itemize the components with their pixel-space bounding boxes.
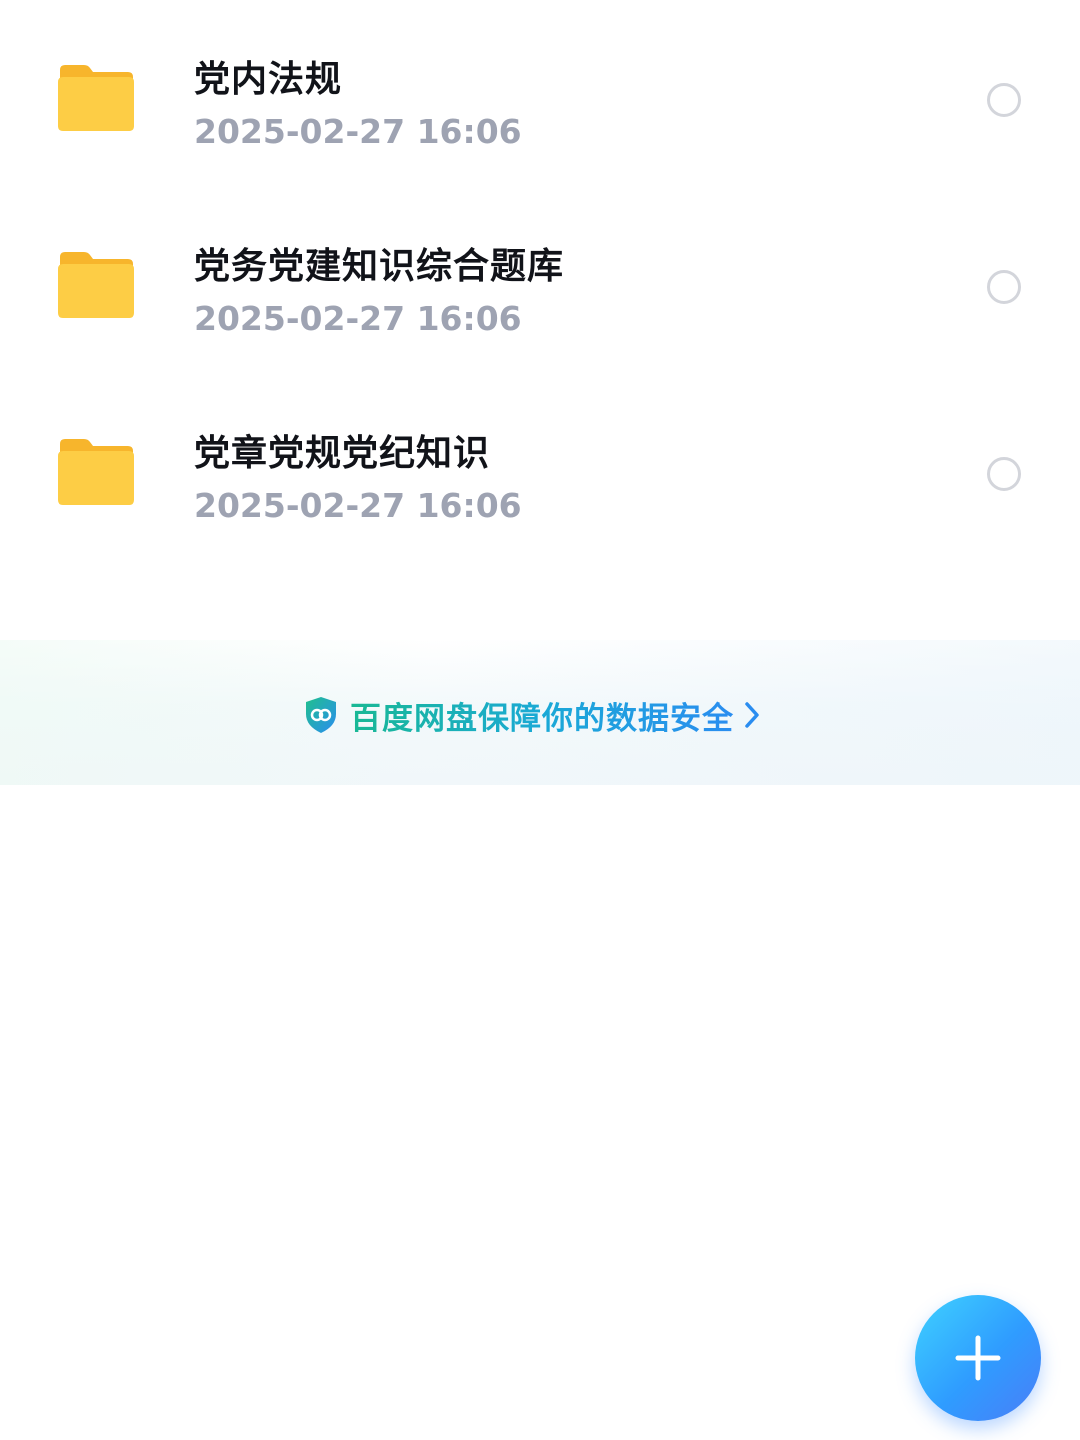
file-time: 2025-02-27 16:06 — [194, 112, 522, 151]
file-time: 2025-02-27 16:06 — [194, 299, 522, 338]
plus-icon — [955, 1335, 1001, 1381]
chevron-right-icon — [745, 702, 759, 728]
file-browser-screen: 党内法规 2025-02-27 16:06 党务党建知识综合题库 2025-02… — [0, 0, 1080, 1440]
file-name: 党内法规 — [194, 59, 343, 100]
list-item[interactable]: 党章党规党纪知识 2025-02-27 16:06 — [0, 387, 1080, 574]
list-item[interactable]: 党内法规 2025-02-27 16:06 — [0, 0, 1080, 200]
file-name: 党章党规党纪知识 — [194, 433, 491, 474]
select-radio[interactable] — [987, 270, 1021, 304]
shield-icon — [306, 697, 336, 733]
security-banner: 百度网盘保障你的数据安全 — [0, 640, 1080, 785]
folder-icon — [58, 439, 134, 505]
select-radio[interactable] — [987, 83, 1021, 117]
folder-icon — [58, 252, 134, 318]
security-link[interactable]: 百度网盘保障你的数据安全 — [304, 693, 762, 738]
add-button[interactable] — [915, 1295, 1041, 1421]
list-item[interactable]: 党务党建知识综合题库 2025-02-27 16:06 — [0, 200, 1080, 387]
security-text: 百度网盘保障你的数据安全 — [350, 693, 734, 738]
file-name: 党务党建知识综合题库 — [194, 246, 565, 287]
select-radio[interactable] — [987, 457, 1021, 491]
file-time: 2025-02-27 16:06 — [194, 486, 522, 525]
folder-icon — [58, 65, 134, 131]
file-list: 党内法规 2025-02-27 16:06 党务党建知识综合题库 2025-02… — [0, 0, 1080, 574]
